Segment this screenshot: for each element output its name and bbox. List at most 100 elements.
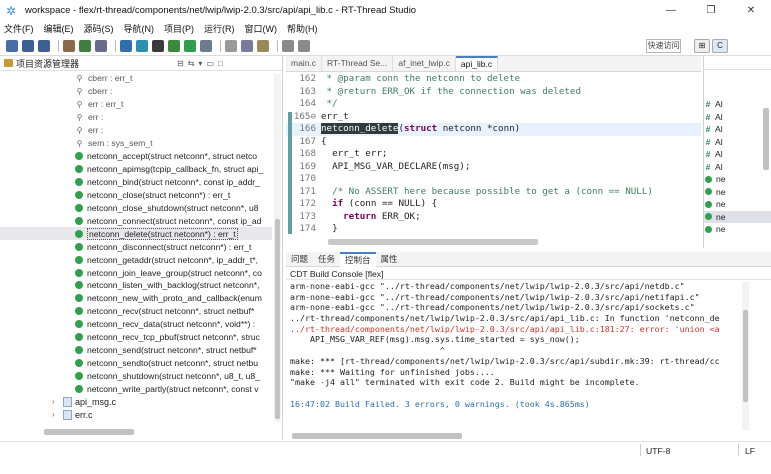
outline-item[interactable]: ne	[704, 223, 771, 236]
console-horizontal-scrollbar[interactable]	[292, 432, 730, 440]
symbol-tree-item[interactable]: netconn_recv(struct netconn*, struct net…	[0, 305, 272, 318]
perspective-c-button[interactable]: C	[712, 39, 728, 53]
expand-arrow-icon[interactable]: ›	[52, 410, 60, 419]
outline-item[interactable]: # Al	[704, 98, 771, 111]
symbol-tree-item[interactable]: netconn_connect(struct netconn*, const i…	[0, 214, 272, 227]
symbol-tree-item[interactable]: netconn_join_leave_group(struct netconn*…	[0, 266, 272, 279]
annotation-icon[interactable]	[225, 39, 237, 52]
maximize-view-icon[interactable]: □	[218, 59, 223, 68]
console-tab[interactable]: 属性	[376, 252, 403, 267]
symbol-tree-item[interactable]: netconn_sendto(struct netconn*, struct n…	[0, 357, 272, 370]
close-button[interactable]: ✕	[731, 0, 771, 21]
editor-tab[interactable]: RT-Thread Se...	[322, 56, 394, 71]
editor-tab[interactable]: main.c	[286, 56, 323, 71]
save-all-icon[interactable]	[38, 39, 50, 52]
symbol-tree-item[interactable]: ⚲ err : err_t	[0, 98, 272, 111]
tree-vertical-scrollbar[interactable]	[274, 74, 281, 422]
symbol-tree-item[interactable]: ⚲ cberr : err_t	[0, 72, 272, 85]
debug-bug-icon[interactable]	[79, 39, 91, 52]
encoding-status[interactable]: UTF-8	[646, 446, 670, 456]
build-console[interactable]: arm-none-eabi-gcc "../rt-thread/componen…	[286, 281, 738, 429]
search-icon[interactable]	[200, 39, 212, 52]
outline-item[interactable]: ne	[704, 173, 771, 186]
symbol-tree-item[interactable]: netconn_listen_with_backlog(struct netco…	[0, 279, 272, 292]
symbol-tree-item[interactable]: ⚲ sem : sys_sem_t	[0, 137, 272, 150]
console-tab[interactable]: 控制台	[340, 251, 376, 267]
symbol-tree-item[interactable]: netconn_new_with_proto_and_callback(enum	[0, 292, 272, 305]
expand-arrow-icon[interactable]: ›	[52, 397, 60, 406]
minimize-button[interactable]: —	[651, 0, 691, 21]
link-editor-icon[interactable]: ⇆	[188, 59, 195, 68]
terminal-icon[interactable]	[120, 39, 132, 52]
symbol-tree-item[interactable]: netconn_bind(struct netconn*, const ip_a…	[0, 176, 272, 189]
perspective-grid-button[interactable]: ⊞	[694, 39, 710, 53]
symbol-tree-item[interactable]: netconn_write_partly(struct netconn*, co…	[0, 383, 272, 396]
console-line: make: *** Waiting for unfinished jobs...…	[290, 366, 495, 377]
quick-access-field[interactable]: 快速访问	[646, 39, 681, 53]
line-ending-status[interactable]: LF	[745, 446, 755, 456]
forward-arrow-icon[interactable]	[298, 39, 310, 52]
back-arrow-icon[interactable]	[282, 39, 294, 52]
outline-scrollbar[interactable]	[763, 108, 769, 170]
tree-horizontal-scrollbar[interactable]	[4, 428, 272, 436]
run-icon[interactable]	[184, 39, 196, 52]
outline-item-label: Al	[715, 161, 723, 172]
settings-icon[interactable]	[95, 39, 107, 52]
editor-tab[interactable]: af_inet_lwip.c	[393, 56, 456, 71]
outline-item-label: ne	[716, 199, 726, 210]
symbol-tree-item[interactable]: netconn_apimsg(tcpip_callback_fn, struct…	[0, 163, 272, 176]
symbol-tree-item[interactable]: netconn_send(struct netconn*, struct net…	[0, 344, 272, 357]
symbol-tree-item[interactable]: netconn_recv_data(struct netconn*, void*…	[0, 318, 272, 331]
collapse-all-icon[interactable]: ⊟	[177, 59, 184, 68]
save-icon[interactable]	[22, 39, 34, 52]
symbol-tree-item[interactable]: netconn_disconnect(struct netconn*) : er…	[0, 240, 272, 253]
outline-item[interactable]: ne	[704, 186, 771, 199]
symbol-tree-item[interactable]: netconn_accept(struct netconn*, struct n…	[0, 150, 272, 163]
menu-navigate[interactable]: 导航(N)	[124, 22, 155, 35]
project-explorer: 项目资源管理器 ⊟ ⇆ ▾ ▭ □ ⚲ cberr : err_t ⚲ cberr :…	[0, 56, 283, 440]
symbol-tree-item[interactable]: ⚲ err :	[0, 124, 272, 137]
outline-item[interactable]: # Al	[704, 111, 771, 124]
menu-run[interactable]: 运行(R)	[204, 22, 235, 35]
outline-item[interactable]: # Al	[704, 161, 771, 174]
outline-item[interactable]: # Al	[704, 136, 771, 149]
symbol-tree-item[interactable]: netconn_delete(struct netconn*) : err_t	[0, 227, 272, 241]
symbol-tree-item[interactable]: netconn_recv_tcp_pbuf(struct netconn*, s…	[0, 331, 272, 344]
view-menu-icon[interactable]: ▾	[198, 59, 202, 68]
build-hammer-icon[interactable]	[63, 39, 75, 52]
new-icon[interactable]	[6, 39, 18, 52]
outline-item[interactable]: # Al	[704, 148, 771, 161]
file-tree-item[interactable]: › api_msg.c	[0, 395, 272, 408]
next-annotation-icon[interactable]	[241, 39, 253, 52]
file-tree-item[interactable]: › err.c	[0, 408, 272, 421]
minimize-view-icon[interactable]: ▭	[206, 59, 214, 68]
outline-item[interactable]: ne	[704, 210, 771, 223]
symbol-tree-item[interactable]: netconn_close_shutdown(struct netconn*, …	[0, 201, 272, 214]
symbol-tree-item[interactable]: netconn_shutdown(struct netconn*, u8_t, …	[0, 370, 272, 383]
maximize-button[interactable]: ❐	[691, 0, 731, 21]
code-line: 162 * @param conn the netconn to delete	[286, 73, 701, 86]
pin-icon[interactable]	[257, 39, 269, 52]
editor-horizontal-scrollbar[interactable]	[320, 238, 700, 246]
menu-project[interactable]: 项目(P)	[164, 22, 194, 35]
menu-window[interactable]: 窗口(W)	[245, 22, 278, 35]
console-tab[interactable]: 任务	[313, 252, 340, 267]
symbol-tree-item[interactable]: ⚲ err :	[0, 111, 272, 124]
explorer-title[interactable]: 项目资源管理器	[16, 57, 79, 70]
menu-file[interactable]: 文件(F)	[4, 22, 34, 35]
editor-tab[interactable]: api_lib.c	[455, 56, 499, 71]
console-vertical-scrollbar[interactable]	[742, 282, 749, 430]
download-icon[interactable]	[168, 39, 180, 52]
chip-icon[interactable]	[152, 39, 164, 52]
sdk-manager-icon[interactable]	[136, 39, 148, 52]
code-editor[interactable]: 162 * @param conn the netconn to delete 1…	[286, 72, 701, 248]
symbol-tree-item[interactable]: netconn_getaddr(struct netconn*, ip_addr…	[0, 253, 272, 266]
outline-item[interactable]: # Al	[704, 123, 771, 136]
menu-help[interactable]: 帮助(H)	[287, 22, 318, 35]
menu-source[interactable]: 源码(S)	[84, 22, 114, 35]
symbol-tree-item[interactable]: ⚲ cberr :	[0, 85, 272, 98]
console-tab[interactable]: 问题	[286, 252, 313, 267]
symbol-tree-item[interactable]: netconn_close(struct netconn*) : err_t	[0, 188, 272, 201]
menu-edit[interactable]: 编辑(E)	[44, 22, 74, 35]
outline-item[interactable]: ne	[704, 198, 771, 211]
